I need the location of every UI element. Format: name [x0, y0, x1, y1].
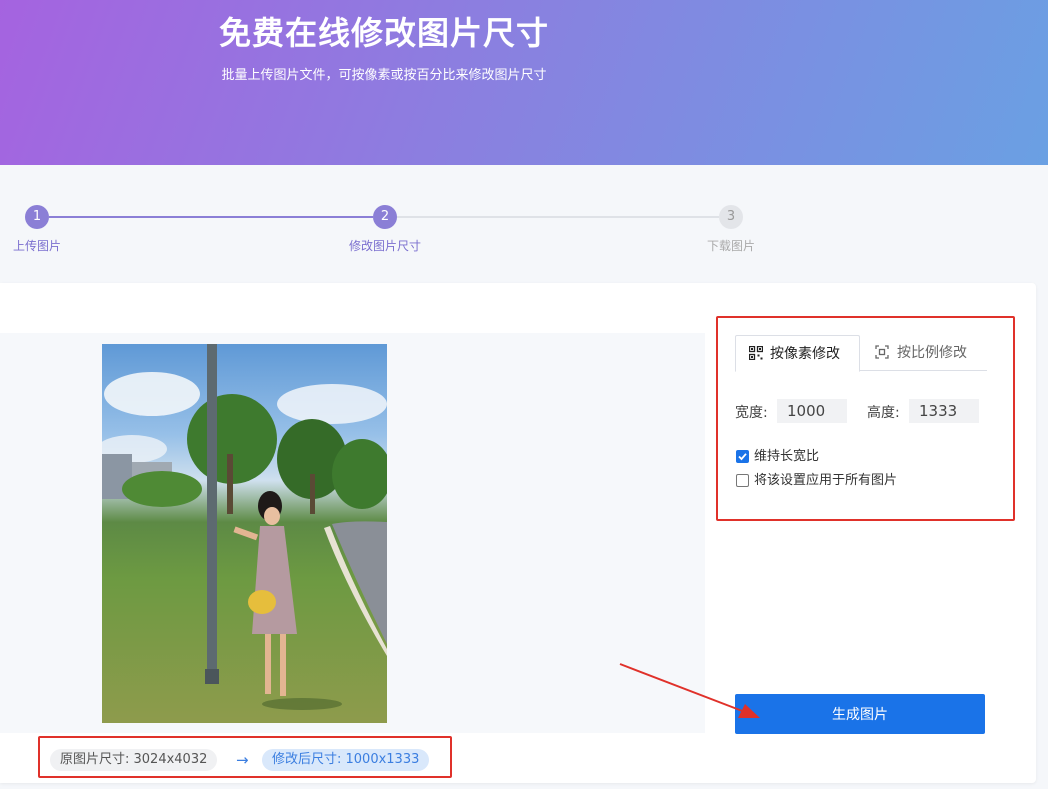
- apply-all-label: 将该设置应用于所有图片: [754, 473, 898, 488]
- photo-illustration: [102, 344, 387, 710]
- tab-pixel-label: 按像素修改: [770, 346, 840, 362]
- step-2-label: 修改图片尺寸: [348, 239, 421, 253]
- width-input[interactable]: [777, 399, 847, 423]
- keep-ratio-checkbox[interactable]: [736, 450, 749, 463]
- stepper: 1 上传图片 2 修改图片尺寸 3 下载图片: [0, 165, 1048, 283]
- height-input[interactable]: [909, 399, 979, 423]
- generate-image-button[interactable]: 生成图片: [735, 694, 985, 734]
- step-1-circle: 1: [25, 205, 49, 229]
- step-3-circle: 3: [719, 205, 743, 229]
- page-title: 免费在线修改图片尺寸: [218, 14, 549, 52]
- check-icon: [738, 453, 747, 461]
- scan-frame-icon: [875, 345, 889, 359]
- hero-banner: 免费在线修改图片尺寸 批量上传图片文件，可按像素或按百分比来修改图片尺寸: [0, 0, 1048, 165]
- step-1-label: 上传图片: [12, 239, 61, 253]
- original-size-badge: 原图片尺寸: 3024x4032: [50, 749, 218, 771]
- tab-ratio[interactable]: 按比例修改: [863, 335, 967, 371]
- step-connector-done: [49, 216, 373, 218]
- apply-all-checkbox[interactable]: [736, 474, 749, 487]
- step-3-label: 下载图片: [706, 239, 755, 253]
- resize-mode-tabs: 按像素修改 按比例修改: [735, 335, 987, 372]
- arrow-right-icon: →: [236, 751, 249, 769]
- tab-ratio-label: 按比例修改: [897, 345, 967, 361]
- width-label: 宽度:: [735, 405, 768, 421]
- resize-settings: 按像素修改 按比例修改 宽度: 高度: 维持长宽比 将该设: [716, 316, 1015, 521]
- preview-image: [102, 344, 387, 723]
- step-2-circle: 2: [373, 205, 397, 229]
- page-subtitle: 批量上传图片文件，可按像素或按百分比来修改图片尺寸: [221, 68, 547, 83]
- qr-grid-icon: [749, 346, 763, 360]
- step-connector-pending: [397, 216, 719, 218]
- editor-panel: 原图片尺寸: 3024x4032 → 修改后尺寸: 1000x1333 按像素修…: [0, 283, 1036, 783]
- size-info-row: 原图片尺寸: 3024x4032 → 修改后尺寸: 1000x1333: [38, 736, 452, 778]
- new-size-badge: 修改后尺寸: 1000x1333: [262, 749, 430, 771]
- keep-ratio-label: 维持长宽比: [754, 449, 820, 464]
- height-label: 高度:: [867, 405, 900, 421]
- tab-pixel[interactable]: 按像素修改: [735, 335, 860, 372]
